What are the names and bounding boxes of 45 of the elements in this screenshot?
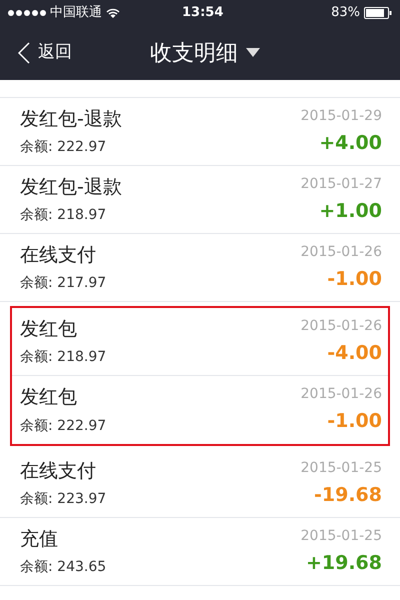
- transaction-row[interactable]: 发红包 余额: 218.97 2015-01-26 -4.00: [12, 308, 388, 376]
- transaction-title: 发红包: [20, 316, 78, 342]
- date-text: 2015-01-25: [300, 458, 382, 478]
- balance-text: 余额: 223.97: [20, 490, 106, 510]
- balance-text: 余额: 243.65: [20, 558, 106, 578]
- chevron-left-icon: [18, 42, 30, 64]
- transaction-row[interactable]: 发红包-退款 余额: 222.97 2015-01-29 +4.00: [0, 98, 400, 166]
- title-dropdown[interactable]: 收支明细: [150, 36, 260, 70]
- date-text: 2015-01-26: [300, 385, 382, 404]
- transaction-title: 在线支付: [20, 458, 97, 484]
- amount-text: -1.00: [327, 409, 382, 434]
- battery-percent: 83%: [331, 4, 360, 22]
- transaction-title: 发红包: [20, 385, 78, 410]
- clock-time: 13:54: [182, 4, 224, 22]
- date-text: 2015-01-26: [300, 316, 382, 336]
- battery-icon: [364, 7, 392, 19]
- amount-text: -1.00: [327, 266, 382, 292]
- amount-text: +4.00: [319, 130, 382, 156]
- amount-text: -4.00: [327, 340, 382, 366]
- amount-text: +1.00: [319, 198, 382, 224]
- transaction-title: 发红包-退款: [20, 174, 122, 200]
- balance-text: 余额: 222.97: [20, 138, 108, 158]
- date-text: 2015-01-25: [300, 526, 382, 546]
- signal-icon: [8, 10, 46, 16]
- balance-text: 余额: 222.97: [20, 416, 106, 436]
- transaction-title: 充值: [20, 526, 59, 552]
- caret-down-icon: [246, 48, 260, 58]
- transaction-row[interactable]: 在线支付 余额: 217.97 2015-01-26 -1.00: [0, 234, 400, 302]
- transaction-title: 发红包-退款: [20, 106, 122, 132]
- wifi-icon: [106, 8, 120, 18]
- amount-text: +19.68: [306, 550, 382, 576]
- back-button[interactable]: 返回: [18, 40, 72, 66]
- transaction-title: 在线支付: [20, 242, 97, 268]
- balance-text: 余额: 218.97: [20, 206, 108, 226]
- transaction-row[interactable]: 充值 余额: 243.65 2015-01-25 +19.68: [0, 518, 400, 586]
- transaction-row[interactable]: 在线支付 余额: 223.97 2015-01-25 -19.68: [0, 450, 400, 518]
- balance-text: 余额: 218.97: [20, 348, 106, 368]
- transaction-row[interactable]: 发红包-退款 余额: 218.97 2015-01-27 +1.00: [0, 166, 400, 234]
- transaction-row[interactable]: 发红包 余额: 222.97 2015-01-26 -1.00: [12, 376, 388, 444]
- date-text: 2015-01-29: [300, 106, 382, 126]
- carrier-name: 中国联通: [50, 4, 102, 22]
- balance-text: 余额: 217.97: [20, 274, 106, 294]
- date-text: 2015-01-27: [300, 174, 382, 194]
- amount-text: -19.68: [314, 482, 382, 508]
- date-text: 2015-01-26: [300, 242, 382, 262]
